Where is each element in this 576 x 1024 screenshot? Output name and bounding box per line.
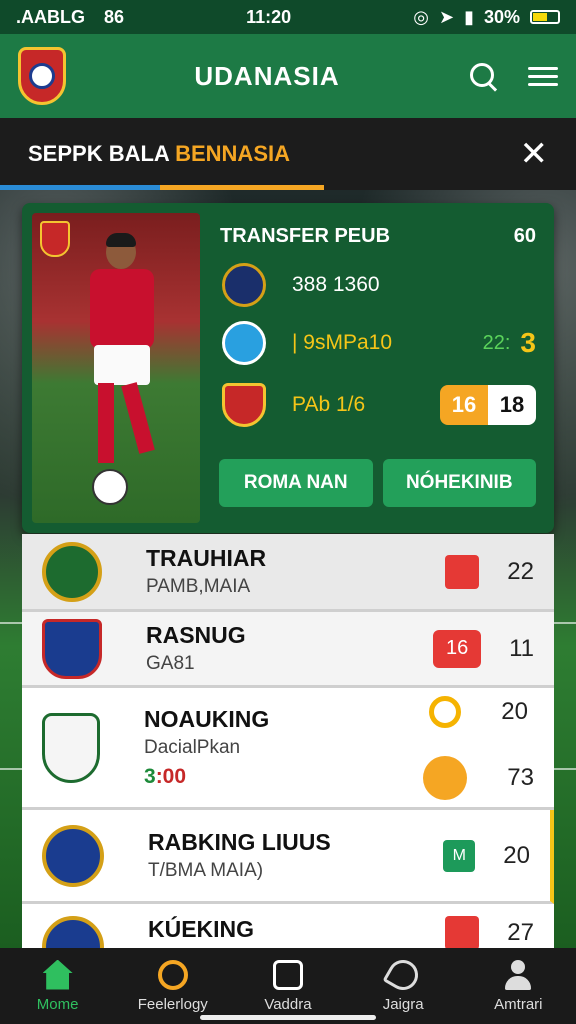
item-value: 11 (509, 634, 534, 662)
bag-icon (272, 959, 303, 990)
bottom-navigation: Mome Feelerlogy Vaddra Jaigra Amtrari (0, 948, 576, 1024)
section-title-strip: SEPPK BALA BENNASIA ✕ (0, 118, 576, 190)
clock: 11:20 (246, 6, 292, 27)
nav-tags[interactable]: Jaigra (353, 954, 453, 1013)
menu-icon[interactable] (527, 66, 558, 86)
club-crest-icon (40, 221, 70, 257)
app-title: UDANASIA (194, 60, 340, 91)
battery-percent: 30% (483, 6, 520, 27)
club-badge-icon (222, 383, 266, 427)
nav-store[interactable]: Vaddra (238, 959, 338, 1013)
score-time: 22: (482, 331, 511, 354)
player-avatar (42, 712, 100, 783)
item-value: 27 (507, 919, 534, 946)
tag-icon (382, 954, 424, 995)
club-badge-icon (222, 321, 266, 365)
nav-club[interactable]: Feelerlogy (123, 959, 223, 1013)
item-value: 20 (503, 841, 530, 869)
nav-label: Mome (36, 995, 79, 1013)
transfer-row[interactable]: 388 1360 (222, 263, 536, 307)
item-subtitle: PAMB,MAIA (146, 576, 251, 597)
item-title: KÚEKING (148, 916, 255, 942)
club-crest-logo[interactable] (18, 47, 66, 105)
score-green: 3 (144, 765, 156, 788)
transfer-count: 60 (513, 225, 536, 247)
navigation-icon: ➤ (438, 6, 455, 27)
nav-label: Jaigra (382, 995, 424, 1013)
nav-label: Amtrari (494, 995, 543, 1013)
signal-icon: ▮ (464, 6, 474, 27)
battery-icon (530, 10, 560, 24)
red-card-icon (445, 554, 480, 589)
list-item[interactable]: TRAUHIAR PAMB,MAIA 22 (22, 534, 554, 612)
item-title: TRAUHIAR (146, 545, 267, 571)
list-item[interactable]: NOAUKING DacialPkan 3:00 20 73 (22, 688, 554, 810)
item-badge: 16 (433, 629, 482, 668)
network-label: 86 (104, 6, 125, 27)
nav-home[interactable]: Mome (8, 959, 108, 1013)
transfer-row[interactable]: | 9sMPa10 22: 3 (222, 321, 536, 365)
home-icon (42, 959, 73, 990)
list-item[interactable]: RABKING LIUUS T/BMA MAIA) M 20 (22, 810, 554, 904)
item-value: 20 (501, 697, 528, 725)
nohekinib-button[interactable]: NÓHEKINIB (382, 459, 536, 507)
transfer-row-text: PAb 1/6 (292, 393, 366, 416)
section-title: SEPPK BALA BENNASIA (28, 141, 290, 167)
item-title: RABKING LIUUS (148, 829, 331, 855)
item-badge: M (443, 839, 476, 872)
location-icon: ◎ (413, 6, 429, 27)
section-title-accent: BENNASIA (175, 141, 290, 166)
score-value: 3 (520, 327, 536, 358)
club-icon (157, 959, 188, 990)
football-icon (92, 469, 128, 505)
item-subtitle: DacialPkan (144, 737, 241, 758)
item-value: 73 (507, 763, 534, 791)
club-badge-icon (222, 263, 266, 307)
nav-label: Vaddra (264, 995, 312, 1013)
roma-nan-button[interactable]: ROMA NAN (219, 459, 373, 507)
player-photo (32, 213, 200, 523)
transfer-card[interactable]: TRANSFER PEUB 60 388 1360 | 9sMPa10 22: … (22, 203, 554, 533)
transfer-row[interactable]: PAb 1/6 16 18 (222, 383, 536, 427)
club-logo-icon (42, 618, 102, 679)
item-title: RASNUG (146, 622, 246, 648)
item-subtitle: T/BMA MAIA) (148, 860, 264, 881)
player-figure (82, 233, 162, 495)
score-pill: 16 18 (440, 385, 536, 425)
score-away: 18 (488, 385, 536, 425)
close-icon[interactable]: ✕ (520, 137, 549, 171)
carrier-label: .AABLG (16, 6, 85, 27)
transfer-title: TRANSFER PEUB (220, 225, 391, 247)
club-logo-icon (42, 824, 104, 887)
section-title-main: SEPPK BALA (28, 141, 176, 166)
user-icon (503, 959, 533, 990)
transfer-heading: TRANSFER PEUB 60 (220, 225, 536, 248)
nav-label: Feelerlogy (137, 995, 208, 1013)
progress-indicator (0, 185, 324, 190)
status-bar: .AABLG 86 11:20 ◎ ➤ ▮ 30% (0, 0, 576, 34)
home-indicator[interactable] (200, 1015, 376, 1020)
item-value: 22 (507, 557, 534, 585)
gold-ring-icon (429, 695, 462, 728)
item-score: 3:00 (144, 765, 269, 789)
score-home: 16 (440, 385, 488, 425)
chat-bubble-icon (423, 755, 468, 800)
item-title: NOAUKING (144, 706, 270, 732)
score-red: :00 (155, 765, 187, 788)
club-logo-icon (42, 541, 102, 602)
app-header: UDANASIA (0, 34, 576, 118)
search-icon[interactable] (468, 61, 498, 91)
list-item[interactable]: RASNUG GA81 16 11 (22, 612, 554, 688)
transfer-row-text: 388 1360 (292, 273, 380, 296)
transfer-row-text: | 9sMPa10 (292, 331, 393, 354)
item-subtitle: GA81 (146, 653, 195, 674)
red-card-icon (445, 916, 480, 950)
nav-profile[interactable]: Amtrari (468, 959, 568, 1013)
club-list: TRAUHIAR PAMB,MAIA 22 RASNUG GA81 16 11 … (22, 534, 554, 978)
